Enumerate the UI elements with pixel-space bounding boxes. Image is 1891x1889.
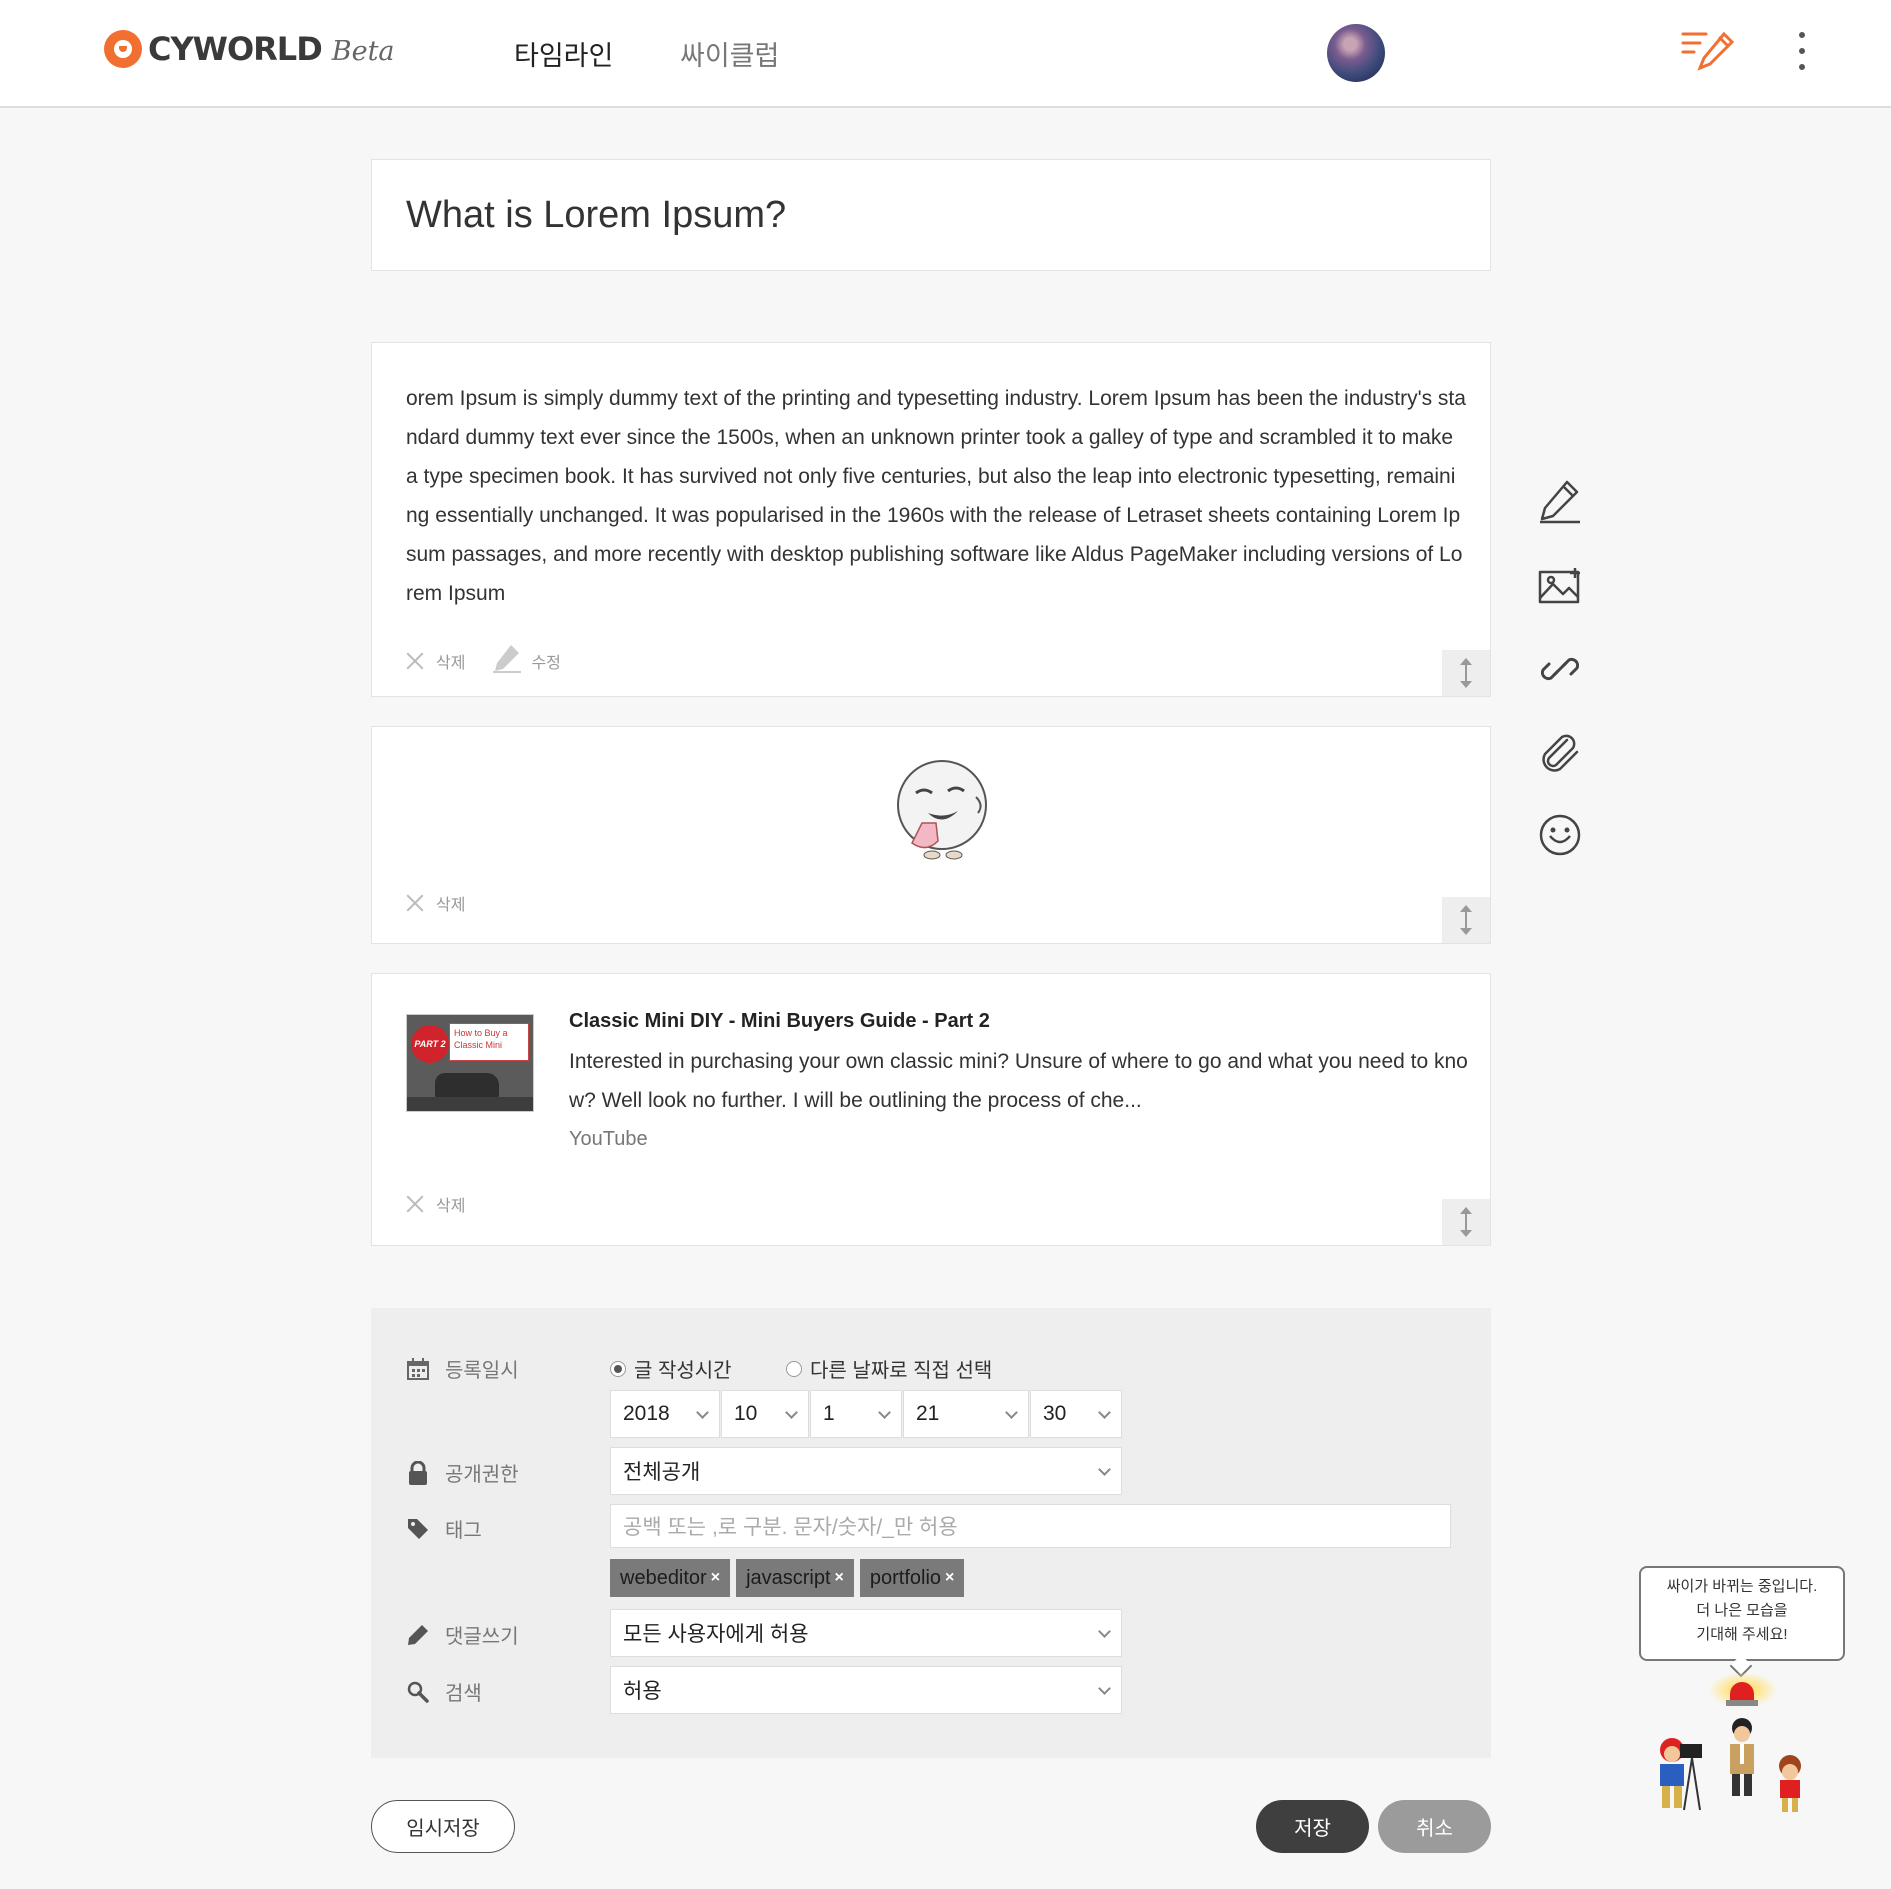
delete-button[interactable]: 삭제 [406,649,465,673]
tag-setting-label: 태그 [405,1514,482,1543]
emoticon-icon[interactable] [1537,812,1583,858]
drag-handle[interactable] [1442,1199,1490,1245]
delete-label: 삭제 [436,897,466,914]
edit-button[interactable]: 수정 [493,643,561,678]
chevron-down-icon [878,1406,891,1419]
month-select[interactable]: 10 [721,1390,809,1438]
link-description: Interested in purchasing your own classi… [569,1050,1468,1112]
date-setting-label: 등록일시 [405,1354,519,1383]
calendar-icon [405,1356,431,1382]
cyworld-logo-icon [104,30,142,68]
close-icon [406,1195,424,1213]
up-down-arrow-icon [1460,905,1472,935]
notice-bubble: 싸이가 바뀌는 중입니다. 더 나은 모습을 기대해 주세요! [1639,1566,1845,1661]
remove-tag-icon[interactable]: × [835,1569,844,1587]
post-body[interactable]: orem Ipsum is simply dummy text of the p… [406,379,1466,613]
tag-chip[interactable]: javascript × [736,1559,854,1597]
search-icon [405,1679,431,1705]
minime-characters [1650,1718,1812,1818]
comment-select[interactable]: 모든 사용자에게 허용 [610,1609,1122,1657]
up-down-arrow-icon [1460,1207,1472,1237]
save-button[interactable]: 저장 [1256,1800,1369,1853]
radio-dot [786,1360,802,1377]
logo-text: CYWORLD [148,30,323,68]
siren-icon [1730,1682,1754,1702]
write-post-icon[interactable] [1680,28,1736,74]
delete-label: 삭제 [436,1198,466,1215]
cancel-button[interactable]: 취소 [1378,1800,1491,1853]
nav-timeline[interactable]: 타임라인 [514,34,613,73]
drag-handle[interactable] [1442,897,1490,943]
year-select[interactable]: 2018 [610,1390,720,1438]
chevron-down-icon [1098,1625,1111,1638]
car-image [435,1073,499,1099]
ghost-sticker [892,757,992,861]
day-select[interactable]: 1 [810,1390,902,1438]
link-block-actions: 삭제 [406,1192,493,1216]
link-thumbnail[interactable]: How to Buy a Classic Mini PART 2 [406,1014,534,1112]
hour-select[interactable]: 21 [903,1390,1029,1438]
edit-label: 수정 [531,654,561,672]
search-setting-label: 검색 [405,1677,482,1706]
pencil-icon [493,643,522,678]
chevron-down-icon [1098,1406,1111,1419]
comment-setting-label: 댓글쓰기 [405,1620,519,1649]
remove-tag-icon[interactable]: × [945,1569,954,1587]
link-title[interactable]: Classic Mini DIY - Mini Buyers Guide - P… [569,1010,990,1033]
chevron-down-icon [696,1406,709,1419]
drag-handle[interactable] [1442,650,1490,696]
search-select[interactable]: 허용 [610,1666,1122,1714]
top-header: CYWORLD Beta 타임라인 싸이클럽 [0,0,1891,108]
delete-button[interactable]: 삭제 [406,1192,465,1216]
image-add-icon[interactable] [1537,564,1583,610]
delete-button[interactable]: 삭제 [406,891,465,915]
paperclip-icon[interactable] [1537,730,1583,776]
temp-save-button[interactable]: 임시저장 [371,1800,515,1853]
radio-custom-date[interactable]: 다른 날짜로 직접 선택 [786,1354,992,1383]
post-settings: 등록일시 글 작성시간 다른 날짜로 직접 선택 2018 10 1 21 30… [371,1308,1491,1758]
thumbnail-sign: How to Buy a Classic Mini [449,1023,529,1061]
close-icon [406,652,424,670]
sticker-block[interactable]: 삭제 [371,726,1491,944]
text-block[interactable]: orem Ipsum is simply dummy text of the p… [371,342,1491,697]
tag-input[interactable]: 공백 또는 ,로 구분. 문자/숫자/_만 허용 [610,1504,1451,1548]
logo-beta: Beta [331,35,395,67]
privacy-select[interactable]: 전체공개 [610,1447,1122,1495]
radio-dot [610,1360,626,1377]
cyworld-logo[interactable]: CYWORLD Beta [104,30,395,68]
remove-tag-icon[interactable]: × [711,1569,720,1587]
chevron-down-icon [785,1406,798,1419]
chevron-down-icon [1098,1463,1111,1476]
link-source: YouTube [569,1128,648,1150]
lock-icon [405,1460,431,1486]
pencil-icon [405,1622,431,1648]
tag-list: webeditor × javascript × portfolio × [610,1559,970,1597]
tag-chip[interactable]: portfolio × [859,1559,965,1597]
link-icon[interactable] [1537,646,1583,692]
tag-chip[interactable]: webeditor × [610,1559,731,1597]
nav-cyclub[interactable]: 싸이클럽 [680,34,779,73]
chevron-down-icon [1098,1682,1111,1695]
pencil-icon[interactable] [1537,478,1583,524]
avatar[interactable] [1327,24,1385,82]
thumbnail-badge: PART 2 [411,1025,449,1063]
minute-select[interactable]: 30 [1030,1390,1122,1438]
title-field[interactable]: What is Lorem Ipsum? [371,159,1491,271]
sticker-block-actions: 삭제 [406,891,493,915]
more-menu-icon[interactable] [1787,28,1817,74]
radio-write-time[interactable]: 글 작성시간 [610,1354,732,1383]
post-title[interactable]: What is Lorem Ipsum? [406,194,786,237]
text-block-actions: 삭제 수정 [406,643,589,678]
link-preview-block[interactable]: How to Buy a Classic Mini PART 2 Classic… [371,973,1491,1246]
chevron-down-icon [1005,1406,1018,1419]
privacy-setting-label: 공개권한 [405,1458,519,1487]
close-icon [406,894,424,912]
tag-icon [405,1516,431,1542]
up-down-arrow-icon [1460,658,1472,688]
delete-label: 삭제 [436,654,466,672]
